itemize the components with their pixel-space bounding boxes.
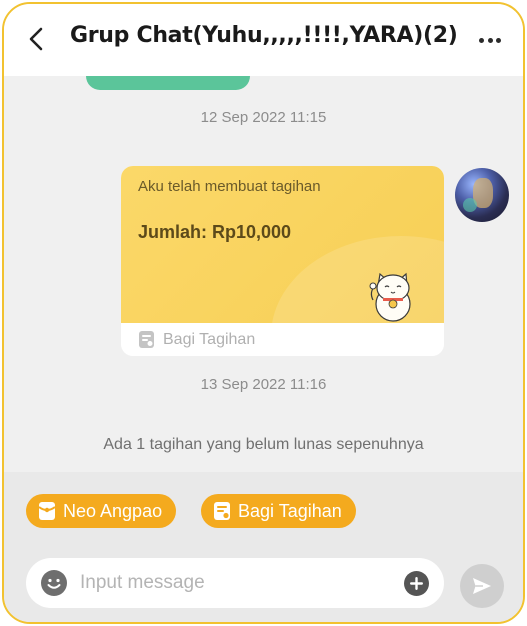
bill-card-body: Aku telah membuat tagihan Jumlah: Rp10,0… [121, 166, 444, 323]
chat-header: Grup Chat(Yuhu,,,,,!!!!,YARA)(2) [4, 4, 523, 76]
bagi-tagihan-label: Bagi Tagihan [238, 500, 342, 521]
message-input-container [26, 558, 444, 608]
send-button[interactable] [460, 564, 504, 608]
message-list[interactable]: 12 Sep 2022 11:15 Aku telah membuat tagi… [4, 76, 523, 472]
message-input[interactable] [80, 566, 390, 600]
plus-circle-icon[interactable] [403, 570, 430, 597]
timestamp: 13 Sep 2022 11:16 [200, 376, 327, 393]
back-button[interactable] [22, 24, 52, 54]
composer-panel: Neo Angpao Bagi Tagihan [4, 472, 523, 622]
bill-amount: Jumlah: Rp10,000 [138, 222, 292, 242]
app-frame: Grup Chat(Yuhu,,,,,!!!!,YARA)(2) 12 Sep … [2, 2, 525, 624]
timestamp: 12 Sep 2022 11:15 [200, 109, 327, 126]
red-envelope-icon [38, 502, 56, 520]
bill-card-footer[interactable]: Bagi Tagihan [121, 323, 444, 356]
neo-angpao-button[interactable]: Neo Angpao [26, 494, 177, 528]
previous-message-bubble[interactable] [86, 76, 250, 90]
lucky-cat-icon [369, 272, 411, 322]
bill-icon [214, 502, 230, 520]
unpaid-bill-notice: Ada 1 tagihan yang belum lunas sepenuhny… [103, 436, 424, 453]
avatar[interactable] [455, 168, 509, 222]
bagi-tagihan-button[interactable]: Bagi Tagihan [201, 494, 356, 528]
emoji-icon[interactable] [40, 569, 68, 597]
bill-caption: Aku telah membuat tagihan [138, 178, 321, 195]
neo-angpao-label: Neo Angpao [63, 500, 163, 521]
more-horizontal-icon [479, 37, 484, 43]
send-icon [473, 578, 491, 594]
chat-title: Grup Chat(Yuhu,,,,,!!!!,YARA)(2) [70, 23, 458, 48]
bill-message-card[interactable]: Aku telah membuat tagihan Jumlah: Rp10,0… [121, 166, 444, 356]
chevron-left-icon [29, 27, 43, 51]
more-options-button[interactable] [475, 26, 505, 54]
bill-icon [139, 331, 154, 348]
bill-footer-label: Bagi Tagihan [163, 330, 256, 348]
